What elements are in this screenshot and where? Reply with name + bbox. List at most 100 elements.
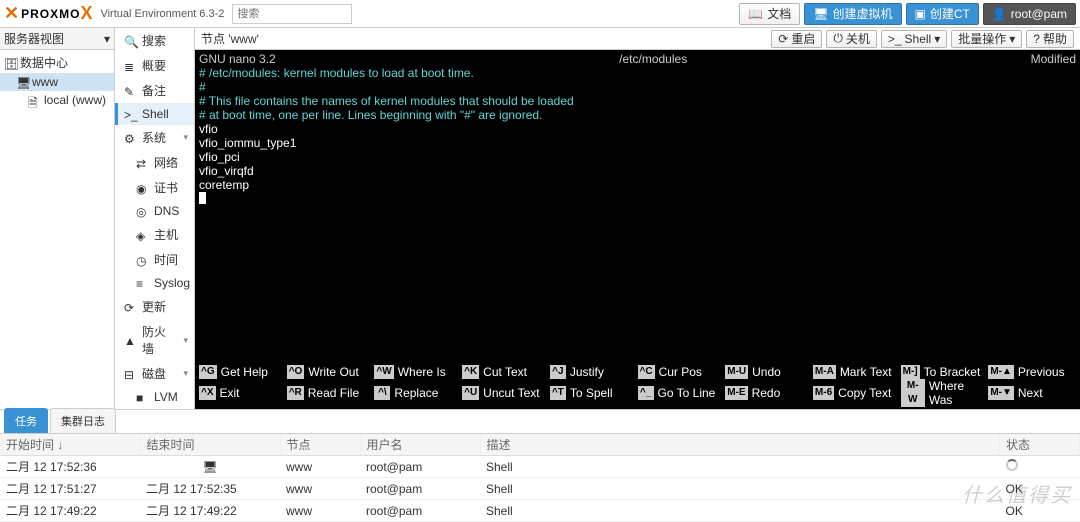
host-icon: ◈	[136, 229, 148, 241]
bulk-actions-dropdown[interactable]: 批量操作▾	[951, 30, 1022, 48]
menu-item--[interactable]: ⟳更新	[115, 294, 194, 319]
chevron-down-icon: ▾	[104, 32, 110, 46]
menu-item--[interactable]: ▲防火墙▾	[115, 319, 194, 361]
chevron-down-icon: ▾	[934, 32, 940, 46]
shortcut-label: Write Out	[308, 365, 358, 379]
menu-item--[interactable]: ◉证书	[115, 175, 194, 200]
tree-item-www[interactable]: 🖥www	[0, 73, 114, 91]
col-node[interactable]: 节点	[280, 434, 360, 456]
col-user[interactable]: 用户名	[360, 434, 480, 456]
version-label: Virtual Environment 6.3-2	[100, 8, 224, 20]
tree-item-local-www-[interactable]: 🗎local (www)	[0, 91, 114, 109]
view-selector[interactable]: 服务器视图 ▾	[0, 28, 114, 50]
menu-item-dns[interactable]: ◎DNS	[115, 200, 194, 222]
shortcut-get-help: ^GGet Help	[199, 365, 287, 379]
menu-item--[interactable]: ◷时间	[115, 247, 194, 272]
user-menu-button[interactable]: 👤root@pam	[983, 3, 1076, 25]
shortcut-replace: ^\Replace	[374, 379, 462, 407]
menu-label: LVM	[154, 390, 178, 404]
key-label: M-▲	[988, 365, 1014, 379]
shortcut-label: Where Is	[398, 365, 446, 379]
menu-item-lvm-thin[interactable]: ■LVM-Thin	[115, 408, 194, 409]
col-start[interactable]: 开始时间 ↓	[0, 434, 140, 456]
cube-icon: ▣	[915, 7, 926, 21]
shortcut-label: Mark Text	[840, 365, 892, 379]
cell-start: 二月 12 17:52:36	[0, 456, 140, 478]
terminal-line: vfio_pci	[199, 150, 1076, 164]
menu-item--[interactable]: ✎备注	[115, 78, 194, 103]
shortcut-cur-pos: ^CCur Pos	[638, 365, 726, 379]
task-row[interactable]: 二月 12 17:52:36🖥wwwroot@pamShell	[0, 456, 1080, 478]
shortcut-label: Next	[1018, 386, 1043, 400]
create-ct-button[interactable]: ▣创建CT	[906, 3, 979, 25]
help-button[interactable]: ?帮助	[1026, 30, 1074, 48]
task-table: 开始时间 ↓ 结束时间 节点 用户名 描述 状态 二月 12 17:52:36🖥…	[0, 434, 1080, 522]
menu-label: 概要	[142, 57, 166, 74]
breadcrumb: 节点 'www'	[201, 30, 259, 47]
key-label: M-U	[725, 365, 748, 379]
menu-label: Syslog	[154, 276, 190, 290]
key-label: ^C	[638, 365, 655, 379]
menu-item--[interactable]: ≣概要	[115, 53, 194, 78]
menu-item--[interactable]: ⊟磁盘▾	[115, 361, 194, 386]
lvm-icon: ■	[136, 391, 148, 403]
tree-item--[interactable]: 🗄数据中心	[0, 52, 114, 73]
restart-button[interactable]: ⟳重启	[771, 30, 822, 48]
cell-desc: Shell	[480, 478, 1000, 500]
menu-item-shell[interactable]: >_Shell	[115, 103, 194, 125]
refresh-icon: ⟳	[778, 32, 788, 46]
shortcut-cut-text: ^KCut Text	[462, 365, 550, 379]
task-row[interactable]: 二月 12 17:51:27二月 12 17:52:35wwwroot@pamS…	[0, 478, 1080, 500]
menu-item--[interactable]: 🔍搜索	[115, 28, 194, 53]
menu-label: 更新	[142, 298, 166, 315]
col-status[interactable]: 状态	[1000, 434, 1080, 456]
tab-cluster-log[interactable]: 集群日志	[50, 408, 116, 433]
menu-label: 防火墙	[142, 323, 177, 357]
shortcut-label: Exit	[220, 386, 240, 400]
menu-item-lvm[interactable]: ■ LVM	[115, 386, 194, 408]
fire-icon: ▲	[124, 334, 136, 346]
menu-label: 网络	[154, 154, 178, 171]
dns-icon: ◎	[136, 205, 148, 217]
header-bar: ✕ PROXMO X Virtual Environment 6.3-2 📖文档…	[0, 0, 1080, 28]
create-vm-button[interactable]: 🖥创建虚拟机	[804, 3, 901, 25]
terminal-line: coretemp	[199, 178, 1076, 192]
note-icon: ✎	[124, 85, 136, 97]
shortcut-label: Justify	[570, 365, 604, 379]
power-icon: ⏻	[833, 31, 843, 46]
cursor	[199, 192, 206, 204]
cell-status	[1000, 456, 1080, 478]
menu-label: 时间	[154, 251, 178, 268]
search-icon: 🔍	[124, 35, 136, 47]
shortcut-next: M-▼Next	[988, 379, 1076, 407]
shortcut-write-out: ^OWrite Out	[287, 365, 375, 379]
menu-item-syslog[interactable]: ≡ Syslog	[115, 272, 194, 294]
editor-status: Modified	[1031, 52, 1076, 66]
shortcut-label: Get Help	[221, 365, 268, 379]
col-end[interactable]: 结束时间	[140, 434, 280, 456]
col-desc[interactable]: 描述	[480, 434, 1000, 456]
gear-icon: ⚙	[124, 132, 136, 144]
task-row[interactable]: 二月 12 17:49:22二月 12 17:49:22wwwroot@pamS…	[0, 500, 1080, 522]
tab-tasks[interactable]: 任务	[4, 408, 48, 433]
key-label: ^W	[374, 365, 393, 379]
cell-status: OK	[1000, 478, 1080, 500]
cell-end: 二月 12 17:52:35	[140, 478, 280, 500]
docs-button[interactable]: 📖文档	[739, 3, 800, 25]
syslog-icon: ≡	[136, 277, 148, 289]
shortcut-where-is: ^W Where Is	[374, 365, 462, 379]
shortcut-mark-text: M-AMark Text	[813, 365, 901, 379]
menu-item--[interactable]: ⇄网络	[115, 150, 194, 175]
terminal-line: # This file contains the names of kernel…	[199, 94, 1076, 108]
shell-dropdown[interactable]: >_Shell▾	[881, 30, 947, 48]
menu-item--[interactable]: ◈ 主机	[115, 222, 194, 247]
cell-node: www	[280, 456, 360, 478]
terminal[interactable]: GNU nano 3.2 /etc/modules Modified # /et…	[195, 50, 1080, 409]
main-panel: 节点 'www' ⟳重启 ⏻关机 >_Shell▾ 批量操作▾ ?帮助 GNU …	[195, 28, 1080, 409]
shortcut-label: Read File	[308, 386, 359, 400]
terminal-line: vfio_virqfd	[199, 164, 1076, 178]
shutdown-button[interactable]: ⏻关机	[826, 30, 877, 48]
menu-label: 主机	[154, 226, 178, 243]
global-search-input[interactable]	[232, 4, 352, 24]
menu-item--[interactable]: ⚙系统▾	[115, 125, 194, 150]
